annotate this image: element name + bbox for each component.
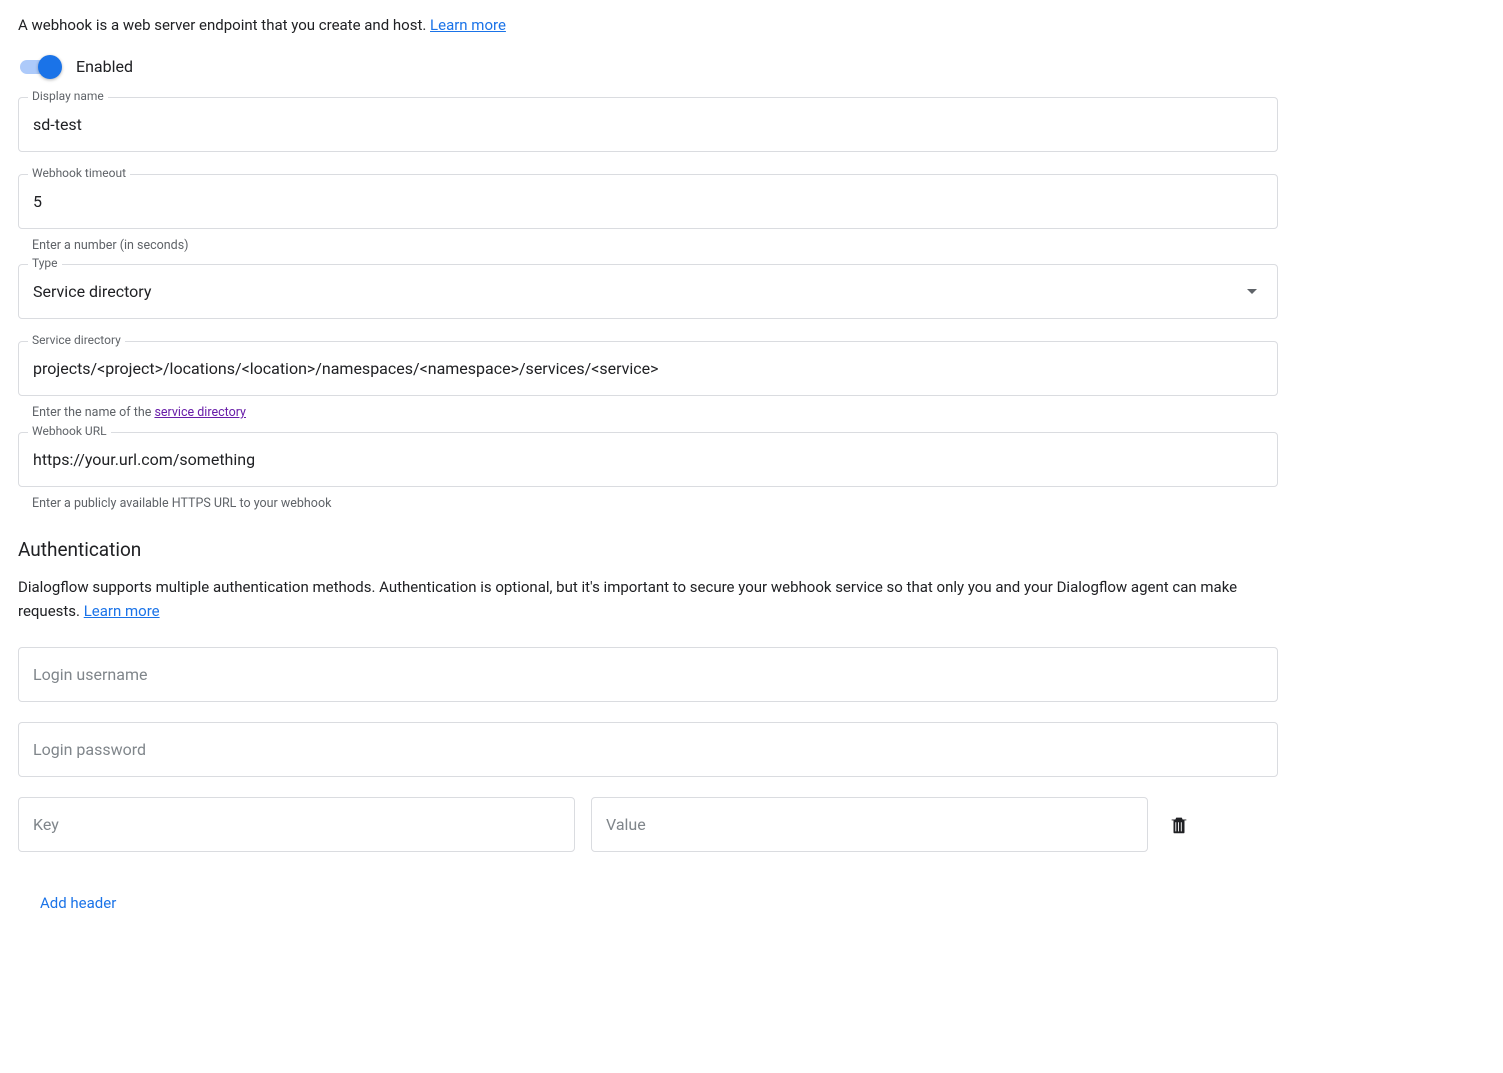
webhook-timeout-help: Enter a number (in seconds) [32,237,1278,255]
webhook-timeout-label: Webhook timeout [28,166,130,180]
type-label: Type [28,256,62,270]
webhook-url-input[interactable] [18,432,1278,487]
auth-learn-more-link[interactable]: Learn more [84,602,160,620]
webhook-url-label: Webhook URL [28,424,111,438]
webhook-intro-text: A webhook is a web server endpoint that … [18,16,430,34]
display-name-label: Display name [28,89,108,103]
webhook-intro: A webhook is a web server endpoint that … [18,14,1278,37]
trash-icon [1168,814,1190,836]
header-key-input[interactable] [18,797,575,852]
service-directory-help: Enter the name of the service directory [32,404,1278,422]
chevron-down-icon [1247,289,1257,294]
display-name-input[interactable] [18,97,1278,152]
type-select[interactable]: Service directory [18,264,1278,319]
authentication-desc: Dialogflow supports multiple authenticat… [18,575,1238,623]
type-value: Service directory [33,282,151,301]
enabled-label: Enabled [76,57,133,76]
service-directory-link[interactable]: service directory [154,405,246,420]
webhook-timeout-input[interactable] [18,174,1278,229]
header-row [18,797,1278,852]
webhook-url-help: Enter a publicly available HTTPS URL to … [32,495,1278,513]
delete-header-button[interactable] [1164,810,1194,840]
login-password-input[interactable] [18,722,1278,777]
authentication-title: Authentication [18,538,1278,561]
header-value-input[interactable] [591,797,1148,852]
add-header-button[interactable]: Add header [36,886,120,920]
service-directory-input[interactable] [18,341,1278,396]
service-directory-label: Service directory [28,333,125,347]
login-username-input[interactable] [18,647,1278,702]
enabled-toggle[interactable] [18,55,62,79]
learn-more-link[interactable]: Learn more [430,16,506,34]
